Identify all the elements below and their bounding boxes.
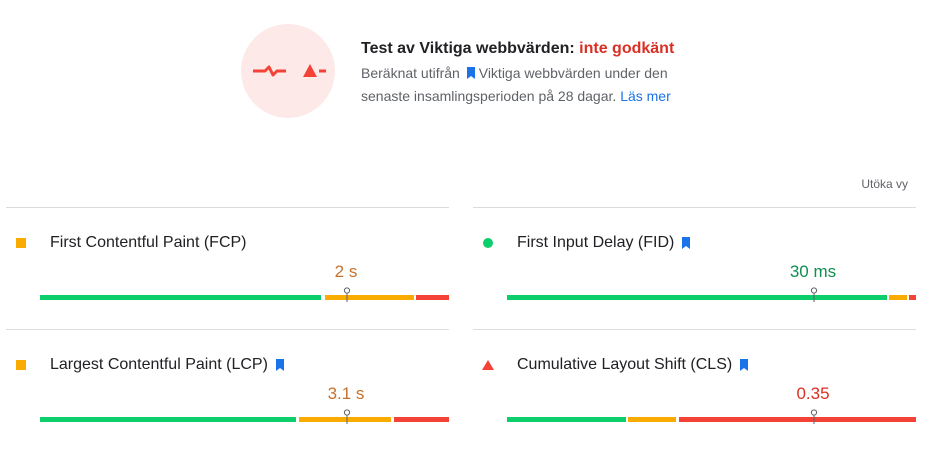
assessment-title: Test av Viktiga webbvärden: inte godkänt [361, 40, 674, 58]
metric-value: 0.35 [796, 384, 830, 403]
distribution-bar [40, 287, 449, 302]
poor-segment [393, 417, 449, 422]
percentile-marker-icon [810, 409, 817, 424]
good-segment [507, 295, 887, 300]
assessment-status: inte godkänt [579, 40, 675, 57]
metric-name: First Input Delay (FID) [517, 234, 675, 251]
average-indicator-icon [16, 238, 26, 248]
metric-header: Largest Contentful Paint (LCP) [6, 355, 285, 375]
metric-fid: First Input Delay (FID) 30 ms [473, 207, 916, 329]
bookmark-icon [740, 359, 749, 371]
percentile-marker-icon [343, 287, 350, 302]
metric-value: 30 ms [789, 262, 837, 281]
learn-more-link[interactable]: Läs mer [620, 88, 671, 104]
average-segment [324, 295, 414, 300]
good-segment [40, 417, 297, 422]
metric-value: 2 s [334, 262, 358, 281]
metric-cls: Cumulative Layout Shift (CLS) 0.35 [473, 329, 916, 451]
good-indicator-icon [483, 238, 493, 248]
summary-section: Test av Viktiga webbvärden: inte godkänt… [0, 0, 932, 150]
average-segment [888, 295, 908, 300]
desc-before: Beräknat utifrån [361, 65, 460, 81]
metric-name: Largest Contentful Paint (LCP) [50, 356, 268, 373]
bookmark-icon [682, 237, 691, 249]
metric-name: First Contentful Paint (FCP) [50, 234, 247, 251]
average-indicator-icon [16, 360, 26, 370]
good-segment [507, 417, 626, 422]
metric-header: First Contentful Paint (FCP) [6, 233, 247, 253]
percentile-marker-icon [810, 287, 817, 302]
metric-name: Cumulative Layout Shift (CLS) [517, 356, 733, 373]
distribution-bar [507, 287, 916, 302]
poor-segment [415, 295, 449, 300]
bookmark-icon [466, 67, 475, 79]
expand-view-button[interactable]: Utöka vy [861, 177, 908, 191]
fail-assessment-icon [253, 64, 326, 77]
assessment-description: Beräknat utifrån Viktiga webbvärden unde… [361, 62, 701, 108]
assessment-title-prefix: Test av Viktiga webbvärden: [361, 40, 575, 57]
bookmark-icon [275, 359, 284, 371]
metric-fcp: First Contentful Paint (FCP) 2 s [6, 207, 449, 329]
good-segment [40, 295, 322, 300]
metrics-column-right: First Input Delay (FID) 30 ms Cumulative… [473, 207, 916, 446]
metric-header: Cumulative Layout Shift (CLS) [473, 355, 749, 375]
fail-badge [241, 24, 335, 118]
average-segment [628, 417, 676, 422]
poor-segment [678, 417, 916, 422]
desc-cwv-label: Viktiga webbvärden [478, 65, 601, 81]
metrics-column-left: First Contentful Paint (FCP) 2 s Largest… [6, 207, 449, 446]
poor-segment [909, 295, 916, 300]
distribution-bar [40, 409, 449, 424]
metric-value: 3.1 s [327, 384, 365, 403]
distribution-bar [507, 409, 916, 424]
metric-header: First Input Delay (FID) [473, 233, 691, 253]
percentile-marker-icon [343, 409, 350, 424]
metric-lcp: Largest Contentful Paint (LCP) 3.1 s [6, 329, 449, 451]
poor-indicator-icon [482, 360, 494, 370]
